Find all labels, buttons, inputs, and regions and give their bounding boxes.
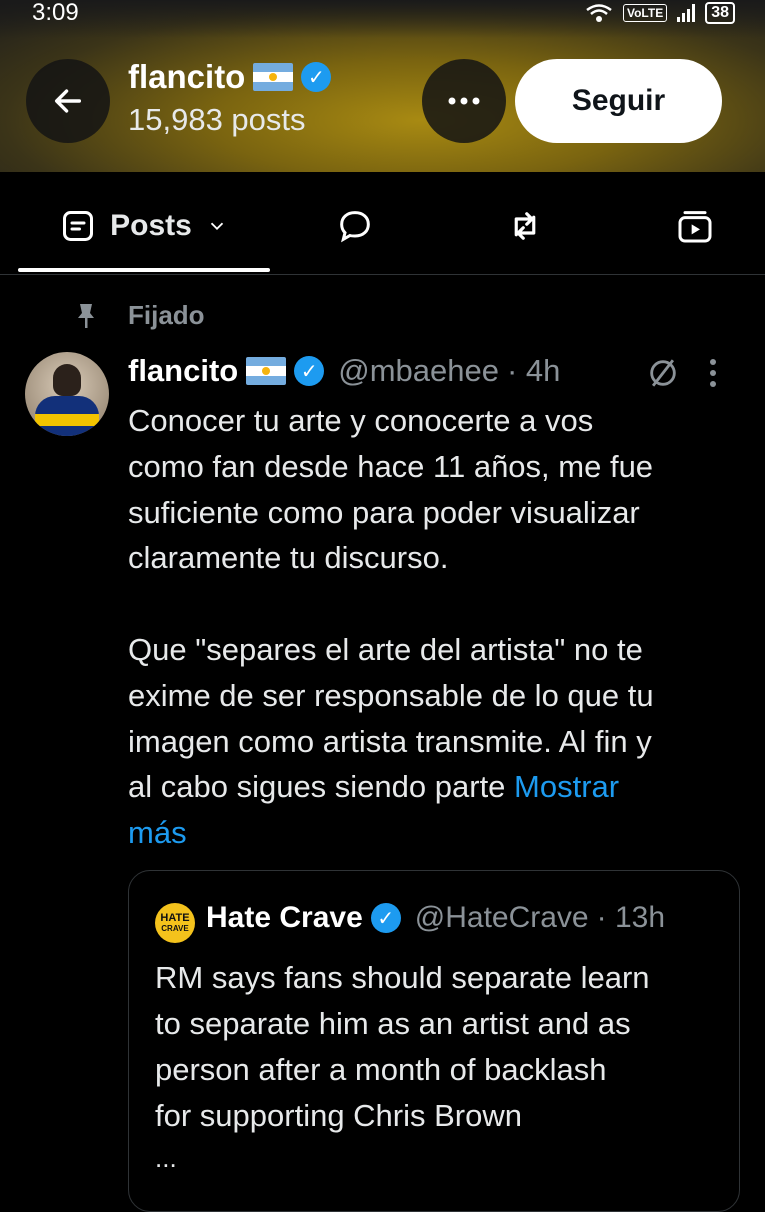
pinned-label: Fijado [128, 300, 205, 330]
profile-name-row: flancito ✓ [128, 58, 332, 96]
post-header: flancito ✓ @mbaehee · 4h [128, 353, 560, 389]
quote-author-handle: @HateCrave [414, 901, 589, 934]
argentina-flag-icon [246, 357, 287, 385]
wifi-icon [586, 4, 612, 22]
follow-button[interactable]: Seguir [515, 59, 722, 143]
active-tab-indicator [18, 268, 270, 272]
post-timestamp: · 4h [506, 353, 561, 388]
tab-videos[interactable] [640, 178, 750, 274]
quoted-post[interactable]: HATE CRAVE Hate Crave ✓ @HateCrave · 13h… [128, 870, 740, 1212]
verified-icon: ✓ [370, 903, 401, 933]
posts-icon [63, 211, 94, 241]
status-icons: VoLTE 38 [585, 2, 735, 24]
battery-indicator: 38 [705, 2, 735, 24]
grok-button[interactable] [646, 356, 680, 395]
pin-icon [78, 303, 94, 328]
more-options-button[interactable] [422, 59, 506, 143]
profile-tabs: Posts [0, 178, 765, 275]
pinned-indicator: Fijado [74, 300, 205, 331]
tab-posts[interactable]: Posts [18, 178, 270, 274]
post-author-name[interactable]: flancito [128, 353, 238, 389]
profile-name: flancito [128, 58, 246, 95]
tab-replies[interactable] [300, 178, 410, 274]
profile-header: 3:09 VoLTE 38 flancito ✓ 15,983 posts Se… [0, 0, 765, 172]
quote-text: RM says fans should separate learn to se… [155, 960, 650, 1133]
reply-icon [340, 211, 370, 243]
chevron-down-icon [210, 222, 223, 231]
quote-header: Hate Crave ✓ @HateCrave · 13h [206, 901, 665, 935]
post-body: Conocer tu arte y conocerte a vos como f… [128, 398, 728, 856]
argentina-flag-icon [253, 63, 294, 91]
quote-author-avatar[interactable]: HATE CRAVE [155, 903, 195, 943]
quote-timestamp: · 13h [596, 901, 666, 934]
grok-icon [650, 359, 676, 387]
video-icon [678, 211, 712, 243]
quote-author-name: Hate Crave [206, 901, 363, 934]
post-options-button[interactable] [708, 358, 718, 388]
post-author-handle[interactable]: @mbaehee [338, 353, 499, 389]
volte-badge: VoLTE [622, 4, 668, 22]
post-author-avatar[interactable] [25, 352, 109, 436]
quote-avatar-line1: HATE [160, 912, 190, 924]
repost-icon [514, 212, 536, 240]
back-button[interactable] [26, 59, 110, 143]
signal-icon [677, 4, 696, 22]
tab-reposts[interactable] [470, 178, 580, 274]
quote-avatar-line2: CRAVE [161, 924, 189, 933]
tab-posts-label: Posts [110, 209, 192, 242]
profile-posts-count: 15,983 posts [128, 102, 306, 137]
status-time: 3:09 [32, 0, 79, 26]
kebab-icon [710, 359, 716, 387]
verified-icon: ✓ [301, 62, 332, 92]
back-arrow-icon [54, 89, 82, 113]
post-text: Conocer tu arte y conocerte a vos como f… [128, 403, 654, 805]
more-icon [448, 97, 480, 105]
quote-ellipsis: ... [155, 1143, 177, 1173]
verified-icon: ✓ [294, 356, 325, 386]
